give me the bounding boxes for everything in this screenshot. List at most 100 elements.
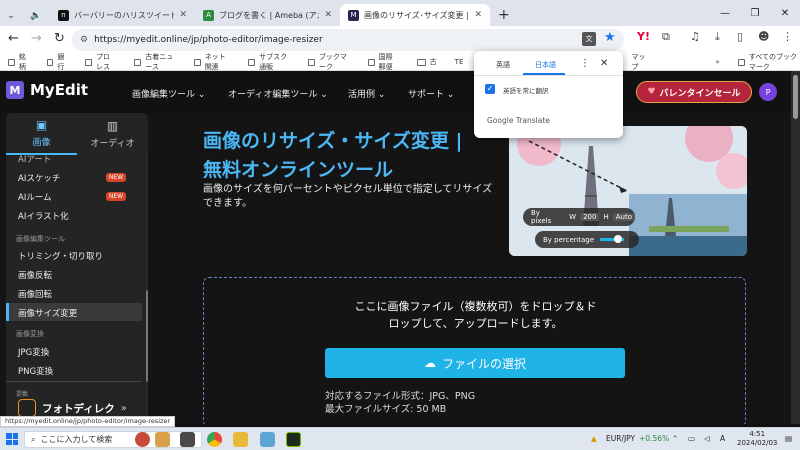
sidebar-item-flip[interactable]: 画像反転 <box>18 269 52 281</box>
sidebar-item-crop[interactable]: トリミング・切り取り <box>18 250 103 262</box>
nav-audio-tools[interactable]: オーディオ編集ツール ⌄ <box>228 87 328 100</box>
page-content: M MyEdit 画像編集ツール ⌄ オーディオ編集ツール ⌄ 活用例 ⌄ サポ… <box>0 71 791 424</box>
back-icon[interactable]: ← <box>8 31 19 46</box>
nav-image-tools[interactable]: 画像編集ツール ⌄ <box>132 87 205 100</box>
folder-icon <box>248 58 256 66</box>
close-tab-icon[interactable]: ✕ <box>474 10 482 20</box>
chrome-icon[interactable] <box>207 432 222 447</box>
bookmark-folder[interactable]: 古着ニュース <box>134 52 175 72</box>
ime-icon[interactable]: A <box>720 434 725 443</box>
media-icon[interactable]: ♫ <box>690 30 700 43</box>
tab-japanese[interactable]: 日本語 <box>535 60 556 70</box>
bookmark-folder[interactable]: 銘柄 <box>8 52 29 72</box>
address-bar[interactable]: ⚙ https://myedit.online/jp/photo-editor/… <box>72 29 624 51</box>
more-bookmarks-icon[interactable]: » <box>715 58 719 66</box>
taskbar-search[interactable]: ⌕ ここに入力して検索 <box>24 431 202 448</box>
tab-burberry[interactable]: n バーバリーのハリスツイードジャケットをレスキ… ✕ <box>50 4 195 26</box>
sidebar-item-resize[interactable]: 画像サイズ変更 <box>18 307 77 319</box>
nvidia-icon[interactable] <box>286 432 301 447</box>
profile-icon[interactable]: ☻ <box>758 30 769 43</box>
forward-icon[interactable]: → <box>31 31 42 46</box>
nav-use-cases[interactable]: 活用例 ⌄ <box>348 87 385 100</box>
task-view-icon[interactable] <box>180 432 195 447</box>
bookmark-folder[interactable]: ネット関連 <box>193 52 230 72</box>
translate-icon[interactable]: 文 <box>582 32 596 46</box>
sidepanel-icon[interactable]: ▯ <box>737 30 743 43</box>
section-label-convert: 画像変換 <box>16 330 44 338</box>
new-tab-button[interactable]: + <box>498 7 510 23</box>
chart-icon: ▲ <box>591 434 597 443</box>
folder-icon <box>737 58 745 66</box>
tray-chevron-icon[interactable]: ⌃ <box>672 434 678 443</box>
page-scroll-thumb[interactable] <box>793 75 798 119</box>
popup-menu-icon[interactable]: ⋮ <box>580 58 590 69</box>
bookmark-star-icon[interactable]: ★ <box>604 30 616 45</box>
bookmark-folder[interactable]: 銀行 <box>46 52 68 72</box>
chevron-right-icon: » <box>120 402 127 414</box>
yahoo-extension-icon[interactable]: Y! <box>637 30 650 43</box>
close-window-icon[interactable]: ✕ <box>770 8 800 19</box>
app-icon[interactable] <box>260 432 275 447</box>
books-icon[interactable] <box>155 432 170 447</box>
sidebar-item-ai-illustration[interactable]: AIイラスト化 <box>18 210 69 222</box>
valentine-sale-button[interactable]: ♥ バレンタインセール <box>636 81 752 103</box>
bookmark-map[interactable]: マップ <box>631 52 647 72</box>
folder-icon <box>8 58 15 66</box>
tab-audio[interactable]: ▥ オーディオ <box>77 113 148 155</box>
bookmark-te[interactable]: TE <box>455 58 464 66</box>
url-text[interactable]: https://myedit.online/jp/photo-editor/im… <box>94 35 323 45</box>
ticker-symbol[interactable]: EUR/JPY <box>606 434 635 443</box>
popup-close-icon[interactable]: ✕ <box>600 58 608 69</box>
tab-image[interactable]: ▣ 画像 <box>6 113 77 155</box>
myedit-logo[interactable]: M MyEdit <box>6 81 88 99</box>
tab-search-icon[interactable]: ⌄ <box>0 11 22 21</box>
promo-app-card[interactable]: フォトディレク » <box>18 399 127 417</box>
network-icon[interactable]: ▭ <box>688 434 695 443</box>
sidebar-item-ai-art[interactable]: AIアート <box>18 153 51 165</box>
clock[interactable]: 4:51 2024/02/03 <box>737 430 777 448</box>
bookmark-folder[interactable]: 古 <box>416 57 437 67</box>
tab-english[interactable]: 英語 <box>496 60 510 70</box>
menu-icon[interactable]: ⋮ <box>782 30 793 43</box>
speaker-icon[interactable]: 🔈 <box>22 11 50 21</box>
bookmark-folder[interactable]: ブックマーク <box>307 52 350 72</box>
reload-icon[interactable]: ↻ <box>54 31 65 46</box>
always-translate-label[interactable]: 英語を常に翻訳 <box>503 85 549 95</box>
notification-icon[interactable]: ▤ <box>785 434 792 443</box>
close-tab-icon[interactable]: ✕ <box>324 10 332 20</box>
page-description: 画像のサイズを何パーセントやピクセル単位で指定してリサイズできます。 <box>203 184 493 209</box>
file-drop-zone[interactable]: ここに画像ファイル（複数枚可）をドロップ＆ド ロップして、アップロードします。 … <box>203 277 746 424</box>
sidebar-item-png[interactable]: PNG変換 <box>18 365 53 377</box>
nav-support[interactable]: サポート ⌄ <box>408 87 454 100</box>
site-info-icon[interactable]: ⚙ <box>80 35 88 45</box>
minimize-icon[interactable]: — <box>710 8 740 19</box>
windows-start-icon[interactable] <box>6 433 18 445</box>
avatar[interactable]: P <box>759 83 777 101</box>
sidebar-scroll-thumb[interactable] <box>146 290 148 382</box>
width-field: 200 <box>580 213 600 221</box>
search-highlight-icon[interactable] <box>135 432 150 447</box>
puzzle-icon[interactable]: ⧉ <box>662 30 670 44</box>
page-scrollbar[interactable] <box>791 71 800 424</box>
download-icon[interactable]: ⤓ <box>715 30 720 44</box>
tab-myedit[interactable]: M 画像のリサイズ･サイズ変更 | 無料オンライ… ✕ <box>340 4 490 26</box>
always-translate-checkbox[interactable]: ✓ <box>485 84 495 94</box>
volume-icon[interactable]: ◁ <box>704 434 710 443</box>
bookmark-folder[interactable]: 国際郵便 <box>367 52 399 72</box>
sidebar-item-ai-sketch[interactable]: AIスケッチ <box>18 172 60 184</box>
select-file-button[interactable]: ☁ ファイルの選択 <box>325 348 625 378</box>
sidebar-item-rotate[interactable]: 画像回転 <box>18 288 52 300</box>
myedit-logo-icon: M <box>6 81 24 99</box>
sidebar-divider <box>6 381 142 382</box>
sidebar-scrollbar[interactable] <box>146 153 148 423</box>
section-label-recommend: 提載 <box>16 391 29 398</box>
sidebar-item-ai-room[interactable]: AIルーム <box>18 191 52 203</box>
all-bookmarks[interactable]: すべてのブックマーク <box>737 52 800 72</box>
bookmark-folder[interactable]: サブスク通販 <box>248 52 290 72</box>
close-tab-icon[interactable]: ✕ <box>179 10 187 20</box>
bookmark-folder[interactable]: プロレス <box>85 52 116 72</box>
maximize-icon[interactable]: ❐ <box>740 8 770 19</box>
file-explorer-icon[interactable] <box>233 432 248 447</box>
sidebar-item-jpg[interactable]: JPG変換 <box>18 346 49 358</box>
tab-ameba[interactable]: A ブログを書く | Ameba (アメーバ) ✕ <box>195 4 340 26</box>
